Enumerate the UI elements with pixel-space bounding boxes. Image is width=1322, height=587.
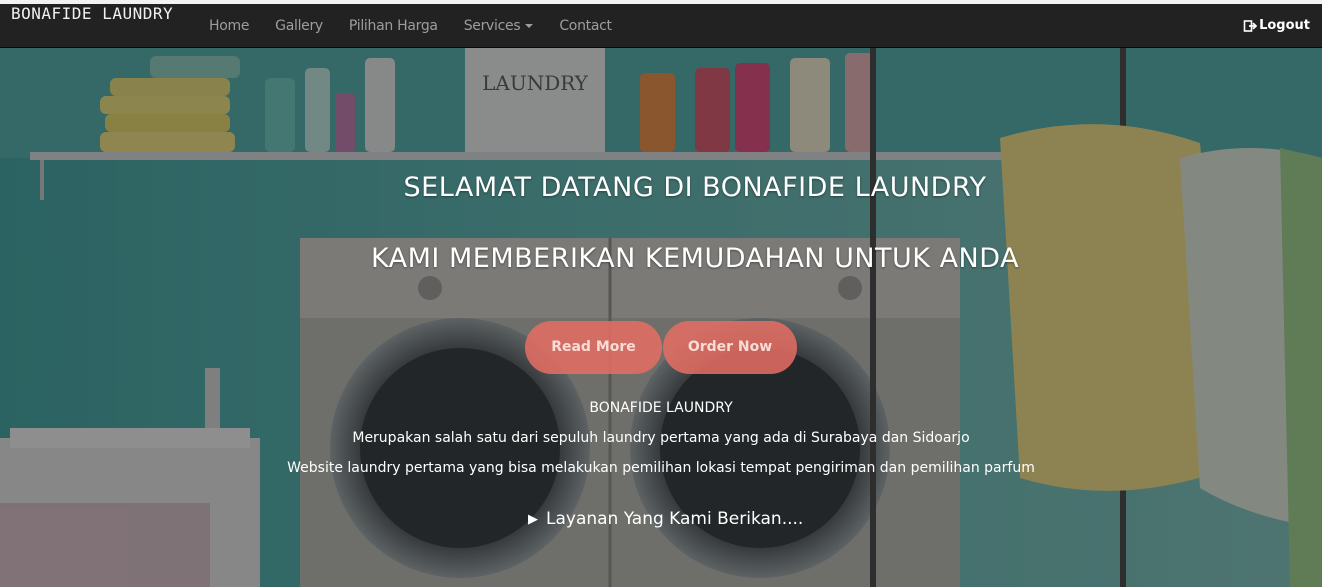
nav-gallery[interactable]: Gallery	[262, 4, 336, 48]
nav-home[interactable]: Home	[196, 4, 262, 48]
nav-services-dropdown[interactable]: Services	[451, 4, 547, 48]
info-description-1: Merupakan salah satu dari sepuluh laundr…	[352, 430, 970, 446]
hero-content: SELAMAT DATANG DI BONAFIDE LAUNDRY KAMI …	[0, 48, 1322, 587]
brand-logo[interactable]: BONAFIDE LAUNDRY	[11, 4, 173, 23]
hero-section: LAUNDRY SELAMAT DATANG DI BONAFIDE LAUND…	[0, 48, 1322, 587]
logout-label: Logout	[1259, 18, 1310, 33]
hero-title-welcome: SELAMAT DATANG DI BONAFIDE LAUNDRY	[403, 172, 987, 203]
read-more-button[interactable]: Read More	[525, 321, 662, 374]
services-toggle-label: Layanan Yang Kami Berikan....	[546, 509, 804, 529]
nav-services-label: Services	[463, 18, 521, 34]
logout-button[interactable]: Logout	[1243, 4, 1310, 48]
nav-contact[interactable]: Contact	[546, 4, 624, 48]
services-toggle[interactable]: ▶ Layanan Yang Kami Berikan....	[528, 509, 803, 529]
info-company-name: BONAFIDE LAUNDRY	[589, 400, 733, 416]
chevron-down-icon	[525, 24, 534, 28]
nav-pilihan-harga[interactable]: Pilihan Harga	[336, 4, 451, 48]
triangle-right-icon: ▶	[528, 511, 538, 527]
nav-menu: Home Gallery Pilihan Harga Services Cont…	[196, 4, 625, 48]
logout-icon	[1243, 20, 1258, 32]
hero-title-tagline: KAMI MEMBERIKAN KEMUDAHAN UNTUK ANDA	[370, 243, 1020, 274]
info-description-2: Website laundry pertama yang bisa melaku…	[287, 460, 1035, 476]
order-now-button[interactable]: Order Now	[663, 321, 797, 374]
navbar: BONAFIDE LAUNDRY Home Gallery Pilihan Ha…	[0, 4, 1322, 48]
